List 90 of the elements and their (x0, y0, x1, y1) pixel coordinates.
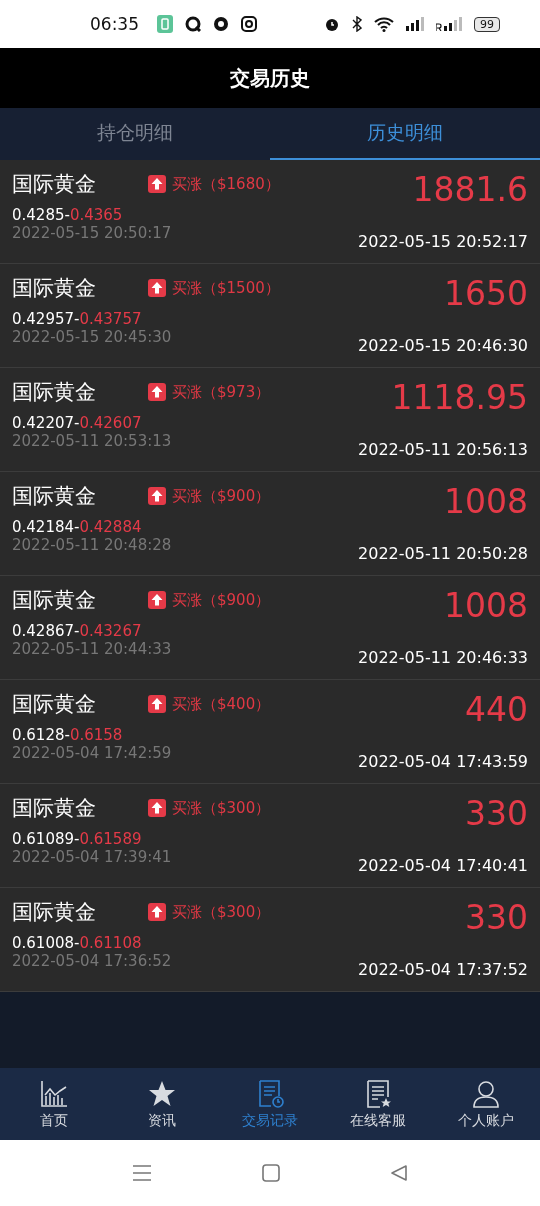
trade-direction: 买涨（$900） (172, 486, 271, 506)
menu-icon[interactable] (132, 1164, 152, 1182)
asset-name: 国际黄金 (12, 379, 96, 406)
nav-label: 个人账户 (458, 1111, 514, 1130)
alarm-icon (324, 16, 340, 32)
clock-time: 06:35 (90, 14, 139, 34)
asset-name: 国际黄金 (12, 483, 96, 510)
trade-direction: 买涨（$400） (172, 694, 271, 714)
trade-row[interactable]: 国际黄金 买涨（$900） 0.42867-0.43267 2022-05-11 20:44:33 1008 2022-05-11 20:46:33 (0, 576, 540, 680)
trade-row[interactable]: 国际黄金 买涨（$1500） 0.42957-0.43757 2022-05-15 20:45:30 1650 2022-05-15 20:46:30 (0, 264, 540, 368)
person-icon (471, 1078, 501, 1109)
open-time: 2022-05-15 20:45:30 (12, 328, 173, 346)
close-time: 2022-05-04 17:43:59 (358, 752, 528, 771)
open-time: 2022-05-15 20:50:17 (12, 224, 173, 242)
profit-amount: 330 (465, 794, 528, 833)
open-price: 0.6128- (12, 726, 70, 744)
trade-direction: 买涨（$1500） (172, 278, 280, 298)
profit-amount: 1650 (444, 274, 528, 313)
close-price: 0.61108 (79, 934, 142, 952)
signal-icon (406, 17, 424, 31)
profit-amount: 1118.95 (391, 378, 528, 417)
trade-direction: 买涨（$300） (172, 902, 271, 922)
open-time: 2022-05-04 17:39:41 (12, 848, 173, 866)
trade-direction: 买涨（$973） (172, 382, 271, 402)
nav-item[interactable]: 交易记录 (216, 1068, 324, 1140)
asset-name: 国际黄金 (12, 899, 96, 926)
open-time: 2022-05-04 17:42:59 (12, 744, 173, 762)
bluetooth-icon (352, 16, 362, 32)
close-time: 2022-05-04 17:40:41 (358, 856, 528, 875)
close-price: 0.43757 (79, 310, 142, 328)
chart-icon (39, 1078, 69, 1109)
open-time: 2022-05-11 20:44:33 (12, 640, 173, 658)
asset-name: 国际黄金 (12, 795, 96, 822)
nav-item[interactable]: 在线客服 (324, 1068, 432, 1140)
asset-name: 国际黄金 (12, 587, 96, 614)
wifi-icon (374, 16, 394, 32)
battery-level: 99 (474, 16, 500, 32)
app-notification-icon (157, 15, 173, 33)
trade-direction: 买涨（$900） (172, 590, 271, 610)
nav-item[interactable]: 首页 (0, 1068, 108, 1140)
open-price: 0.61008- (12, 934, 80, 952)
trade-row[interactable]: 国际黄金 买涨（$400） 0.6128-0.6158 2022-05-04 17:42:59 440 2022-05-04 17:43:59 (0, 680, 540, 784)
close-price: 0.42607 (79, 414, 142, 432)
page-title: 交易历史 (230, 64, 310, 92)
profit-amount: 330 (465, 898, 528, 937)
profit-amount: 1881.6 (412, 170, 528, 209)
open-time: 2022-05-11 20:53:13 (12, 432, 173, 450)
close-time: 2022-05-04 17:37:52 (358, 960, 528, 979)
close-price: 0.61589 (79, 830, 142, 848)
close-price: 0.6158 (69, 726, 123, 744)
open-price: 0.42957- (12, 310, 80, 328)
nav-label: 交易记录 (242, 1111, 298, 1130)
close-time: 2022-05-11 20:46:33 (358, 648, 528, 667)
home-square-icon[interactable] (262, 1164, 280, 1182)
profit-amount: 1008 (444, 482, 528, 521)
close-price: 0.4365 (69, 206, 123, 224)
close-time: 2022-05-11 20:56:13 (358, 440, 528, 459)
nav-item[interactable]: 个人账户 (432, 1068, 540, 1140)
open-price: 0.42867- (12, 622, 80, 640)
camera-icon (241, 16, 257, 32)
close-price: 0.42884 (79, 518, 142, 536)
nav-label: 在线客服 (350, 1111, 406, 1130)
open-price: 0.61089- (12, 830, 80, 848)
nav-label: 首页 (40, 1111, 68, 1130)
trade-row[interactable]: 国际黄金 买涨（$973） 0.42207-0.42607 2022-05-11 20:53:13 1118.95 2022-05-11 20:56:13 (0, 368, 540, 472)
close-time: 2022-05-15 20:52:17 (358, 232, 528, 251)
trade-row[interactable]: 国际黄金 买涨（$900） 0.42184-0.42884 2022-05-11 20:48:28 1008 2022-05-11 20:50:28 (0, 472, 540, 576)
back-icon[interactable] (390, 1164, 408, 1182)
trade-direction: 买涨（$300） (172, 798, 271, 818)
trade-row[interactable]: 国际黄金 买涨（$300） 0.61089-0.61589 2022-05-04 17:39:41 330 2022-05-04 17:40:41 (0, 784, 540, 888)
open-time: 2022-05-04 17:36:52 (12, 952, 173, 970)
open-price: 0.4285- (12, 206, 70, 224)
roaming-signal-icon (436, 17, 462, 31)
nav-item[interactable]: 资讯 (108, 1068, 216, 1140)
open-price: 0.42207- (12, 414, 80, 432)
open-time: 2022-05-11 20:48:28 (12, 536, 173, 554)
trade-direction: 买涨（$1680） (172, 174, 280, 194)
trade-row[interactable]: 国际黄金 买涨（$300） 0.61008-0.61108 2022-05-04 17:36:52 330 2022-05-04 17:37:52 (0, 888, 540, 992)
close-time: 2022-05-11 20:50:28 (358, 544, 528, 563)
profit-amount: 440 (465, 690, 528, 729)
profit-amount: 1008 (444, 586, 528, 625)
nav-label: 资讯 (148, 1111, 176, 1130)
asset-name: 国际黄金 (12, 171, 96, 198)
open-price: 0.42184- (12, 518, 80, 536)
close-time: 2022-05-15 20:46:30 (358, 336, 528, 355)
asset-name: 国际黄金 (12, 275, 96, 302)
tab[interactable]: 持仓明细 (0, 108, 270, 160)
trade-row[interactable]: 国际黄金 买涨（$1680） 0.4285-0.4365 2022-05-15 20:50:17 1881.6 2022-05-15 20:52:17 (0, 160, 540, 264)
close-price: 0.43267 (79, 622, 142, 640)
asset-name: 国际黄金 (12, 691, 96, 718)
